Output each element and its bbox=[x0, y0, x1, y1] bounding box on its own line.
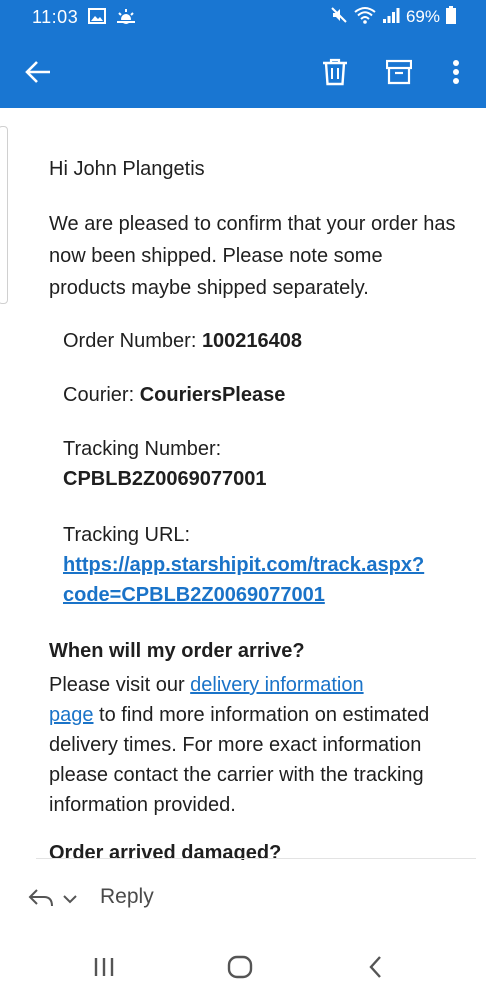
weather-icon bbox=[116, 8, 136, 29]
arrival-heading: When will my order arrive? bbox=[49, 640, 305, 662]
delivery-information-link-page[interactable]: page bbox=[49, 704, 94, 726]
tracking-number-label: Tracking Number: bbox=[63, 438, 222, 460]
arrival-paragraph: Please visit our delivery information pag… bbox=[49, 670, 469, 820]
trash-icon bbox=[323, 58, 347, 86]
tracking-number-row: Tracking Number: CPBLB2Z0069077001 bbox=[63, 434, 463, 494]
scroll-indicator bbox=[0, 126, 8, 304]
email-intro: We are pleased to confirm that your orde… bbox=[49, 213, 456, 299]
recent-apps-button[interactable] bbox=[84, 952, 124, 982]
archive-icon bbox=[386, 59, 412, 85]
tracking-url-row: Tracking URL: https://app.starshipit.com… bbox=[63, 520, 463, 610]
order-number-value: 100216408 bbox=[201, 330, 303, 352]
tracking-url-label: Tracking URL: bbox=[63, 524, 191, 546]
reply-action-button[interactable] bbox=[28, 888, 54, 913]
more-options-button[interactable] bbox=[434, 50, 478, 94]
mute-icon bbox=[330, 6, 348, 29]
back-button[interactable] bbox=[16, 50, 60, 94]
home-icon bbox=[227, 955, 253, 979]
chevron-down-icon bbox=[63, 895, 77, 904]
status-notification-icons bbox=[88, 7, 136, 29]
order-number-label: Order Number: bbox=[63, 330, 202, 352]
tracking-number-value: CPBLB2Z0069077001 bbox=[63, 468, 267, 490]
delivery-information-link[interactable]: delivery information bbox=[190, 674, 363, 696]
wifi-icon bbox=[354, 6, 376, 29]
reply-options-button[interactable] bbox=[62, 892, 78, 910]
email-greeting: Hi John Plangetis bbox=[49, 158, 205, 180]
courier-label: Courier: bbox=[63, 384, 140, 406]
status-system-icons: 69% bbox=[330, 5, 456, 29]
tracking-url-link[interactable]: https://app.starshipit.com/track.aspx? c… bbox=[63, 550, 463, 610]
arrival-text-end: to find more information on estimated de… bbox=[49, 704, 430, 816]
recent-apps-icon bbox=[94, 958, 114, 976]
status-bar: 11:03 69% bbox=[0, 0, 486, 36]
battery-icon bbox=[446, 5, 456, 29]
arrival-text-start: Please visit our bbox=[49, 674, 191, 696]
courier-value: CouriersPlease bbox=[139, 384, 286, 406]
reply-bar: Reply bbox=[0, 860, 486, 934]
reply-icon bbox=[28, 889, 53, 907]
back-nav-button[interactable] bbox=[356, 952, 396, 982]
more-vertical-icon bbox=[453, 60, 459, 84]
tracking-url-line-2[interactable]: code=CPBLB2Z0069077001 bbox=[63, 580, 463, 610]
delete-button[interactable] bbox=[313, 50, 357, 94]
courier-row: Courier: CouriersPlease bbox=[63, 380, 463, 410]
app-bar bbox=[0, 36, 486, 108]
signal-icon bbox=[382, 6, 400, 29]
email-body[interactable]: Hi John Plangetis We are pleased to conf… bbox=[0, 108, 486, 860]
reply-button[interactable]: Reply bbox=[100, 885, 154, 909]
status-time: 11:03 bbox=[32, 7, 79, 27]
archive-button[interactable] bbox=[377, 50, 421, 94]
gallery-icon bbox=[88, 7, 106, 29]
battery-percentage: 69% bbox=[405, 7, 440, 26]
chevron-left-icon bbox=[369, 956, 381, 978]
content-divider bbox=[36, 858, 476, 859]
home-button[interactable] bbox=[220, 952, 260, 982]
back-arrow-icon bbox=[25, 61, 50, 83]
tracking-url-line-1[interactable]: https://app.starshipit.com/track.aspx? bbox=[63, 550, 463, 580]
system-navigation-bar bbox=[0, 934, 486, 1000]
order-number-row: Order Number: 100216408 bbox=[63, 326, 463, 356]
